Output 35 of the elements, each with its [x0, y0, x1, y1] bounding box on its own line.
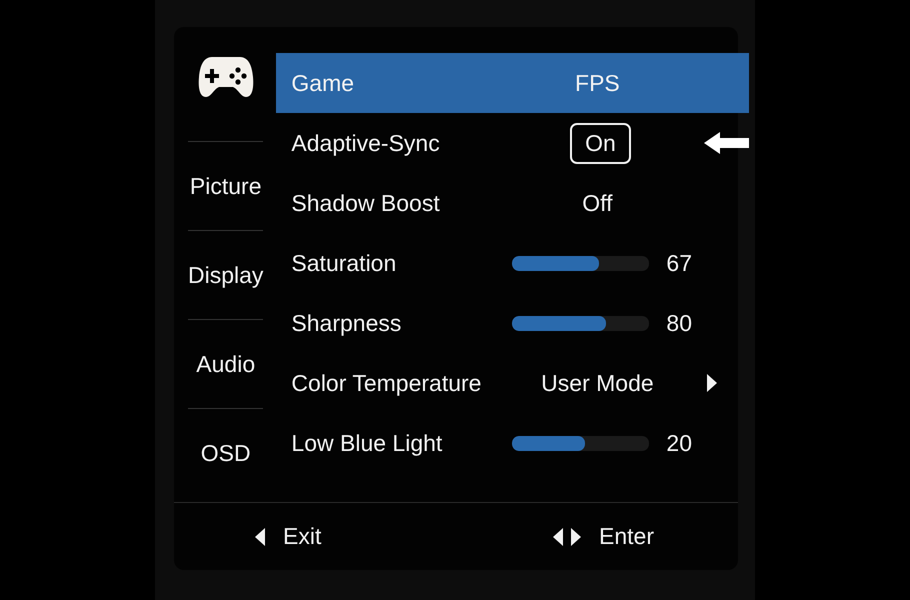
right-triangle-icon	[707, 374, 718, 392]
menu-tab[interactable]: Display	[188, 262, 264, 288]
slider-value: 80	[666, 310, 692, 336]
menu-tab[interactable]: Picture	[190, 172, 262, 200]
menu-tab[interactable]: Audio	[196, 350, 256, 378]
menu-row[interactable]: Adaptive-Sync On	[276, 113, 750, 173]
left-triangle-icon	[255, 528, 265, 546]
setting-label: Saturation	[290, 250, 398, 276]
slider-value: 20	[666, 430, 692, 456]
menu-row[interactable]: Sharpness 80	[276, 293, 750, 353]
arrow-icon	[704, 131, 750, 155]
menu-row[interactable]: Saturation 67	[276, 233, 750, 293]
gamepad-icon	[198, 55, 254, 99]
setting-label: Game	[290, 70, 356, 96]
setting-value: Off	[582, 190, 613, 216]
setting-label: Color Temperature	[290, 370, 482, 396]
slider-track[interactable]	[512, 316, 650, 330]
footer-hint: Exit	[283, 523, 322, 550]
menu-row[interactable]: Game FPS	[276, 53, 750, 113]
setting-label: Shadow Boost	[290, 190, 441, 216]
setting-value: FPS	[575, 70, 620, 96]
setting-label: Adaptive-Sync	[290, 130, 441, 156]
menu-row[interactable]: Color Temperature User Mode	[276, 353, 750, 413]
menu-row[interactable]: Low Blue Light 20	[276, 413, 750, 473]
left-right-arrows-icon	[553, 528, 582, 546]
setting-label: Sharpness	[290, 310, 402, 336]
value-box[interactable]: On	[570, 122, 631, 164]
menu-row[interactable]: Shadow Boost Off	[276, 173, 750, 233]
slider-track[interactable]	[512, 436, 650, 450]
menu-tab[interactable]: OSD	[200, 440, 251, 466]
slider-value: 67	[666, 250, 692, 276]
setting-label: Low Blue Light	[290, 430, 444, 456]
slider-track[interactable]	[512, 256, 650, 270]
footer-hint: Enter	[599, 523, 654, 550]
setting-value: User Mode	[541, 370, 654, 396]
